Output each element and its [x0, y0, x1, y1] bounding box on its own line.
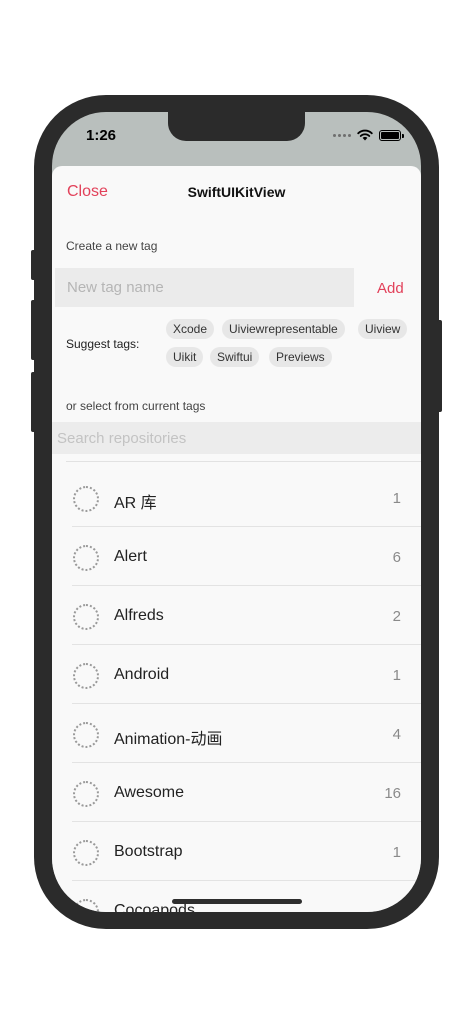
tag-count: 4: [392, 726, 401, 743]
suggest-tag-chip[interactable]: Previews: [269, 347, 332, 367]
screen: 1:26 Close SwiftUIKitView Create a new t…: [52, 112, 421, 912]
nav-title: SwiftUIKitView: [187, 184, 286, 200]
list-item[interactable]: Android 1: [52, 645, 421, 704]
search-input[interactable]: [52, 422, 421, 454]
volume-down-button: [31, 372, 36, 432]
tags-list: AR 库 1 Alert 6 Alfreds 2 Android 1 Anima…: [52, 468, 421, 912]
volume-up-button: [31, 300, 36, 360]
list-item[interactable]: Alert 6: [52, 527, 421, 586]
wifi-icon: [357, 129, 373, 141]
unselected-circle-icon[interactable]: [73, 840, 99, 866]
suggest-tag-chip[interactable]: Uiview: [358, 319, 408, 339]
tag-count: 6: [392, 549, 401, 566]
tag-count: 1: [392, 844, 401, 861]
new-tag-input[interactable]: [55, 268, 354, 307]
suggest-tag-chip[interactable]: Uiviewrepresentable: [222, 319, 345, 339]
tag-count: 1: [392, 490, 401, 507]
tag-name: Awesome: [114, 784, 184, 801]
divider: [66, 461, 421, 462]
tag-count: 2: [392, 608, 401, 625]
unselected-circle-icon[interactable]: [73, 722, 99, 748]
tag-name: Alfreds: [114, 607, 164, 624]
unselected-circle-icon[interactable]: [73, 486, 99, 512]
tag-name: Animation-动画: [114, 731, 223, 748]
unselected-circle-icon[interactable]: [73, 604, 99, 630]
tag-name: Bootstrap: [114, 843, 183, 860]
suggest-tag-chip[interactable]: Xcode: [166, 319, 215, 339]
create-tag-label: Create a new tag: [66, 239, 158, 253]
list-item[interactable]: Cocoapods: [52, 881, 421, 912]
status-bar: 1:26: [52, 112, 421, 162]
list-item[interactable]: Alfreds 2: [52, 586, 421, 645]
home-indicator: [172, 899, 302, 904]
signal-dots-icon: [333, 133, 351, 137]
list-item[interactable]: AR 库 1: [52, 468, 421, 527]
mute-switch: [31, 250, 36, 280]
add-tag-button[interactable]: Add: [377, 280, 404, 297]
tag-name: Alert: [114, 548, 147, 565]
suggest-tag-chip[interactable]: Uikit: [166, 347, 204, 367]
suggest-tag-chip[interactable]: Swiftui: [210, 347, 260, 367]
unselected-circle-icon[interactable]: [73, 545, 99, 571]
modal-sheet: Close SwiftUIKitView Create a new tag Ad…: [52, 166, 421, 912]
current-tags-label: or select from current tags: [66, 399, 206, 413]
battery-icon: [379, 129, 404, 141]
status-icons: [333, 129, 404, 141]
list-item[interactable]: Awesome 16: [52, 763, 421, 822]
suggest-tags-label: Suggest tags:: [66, 337, 140, 351]
tag-name: AR 库: [114, 495, 157, 512]
list-item[interactable]: Animation-动画 4: [52, 704, 421, 763]
unselected-circle-icon[interactable]: [73, 899, 99, 912]
tag-count: 1: [392, 667, 401, 684]
list-item[interactable]: Bootstrap 1: [52, 822, 421, 881]
notch: [168, 112, 305, 141]
unselected-circle-icon[interactable]: [73, 663, 99, 689]
unselected-circle-icon[interactable]: [73, 781, 99, 807]
tag-name: Android: [114, 666, 170, 683]
status-time: 1:26: [86, 127, 117, 144]
tag-count: 16: [384, 785, 401, 802]
power-button: [437, 320, 442, 412]
nav-bar: Close SwiftUIKitView: [52, 166, 421, 216]
